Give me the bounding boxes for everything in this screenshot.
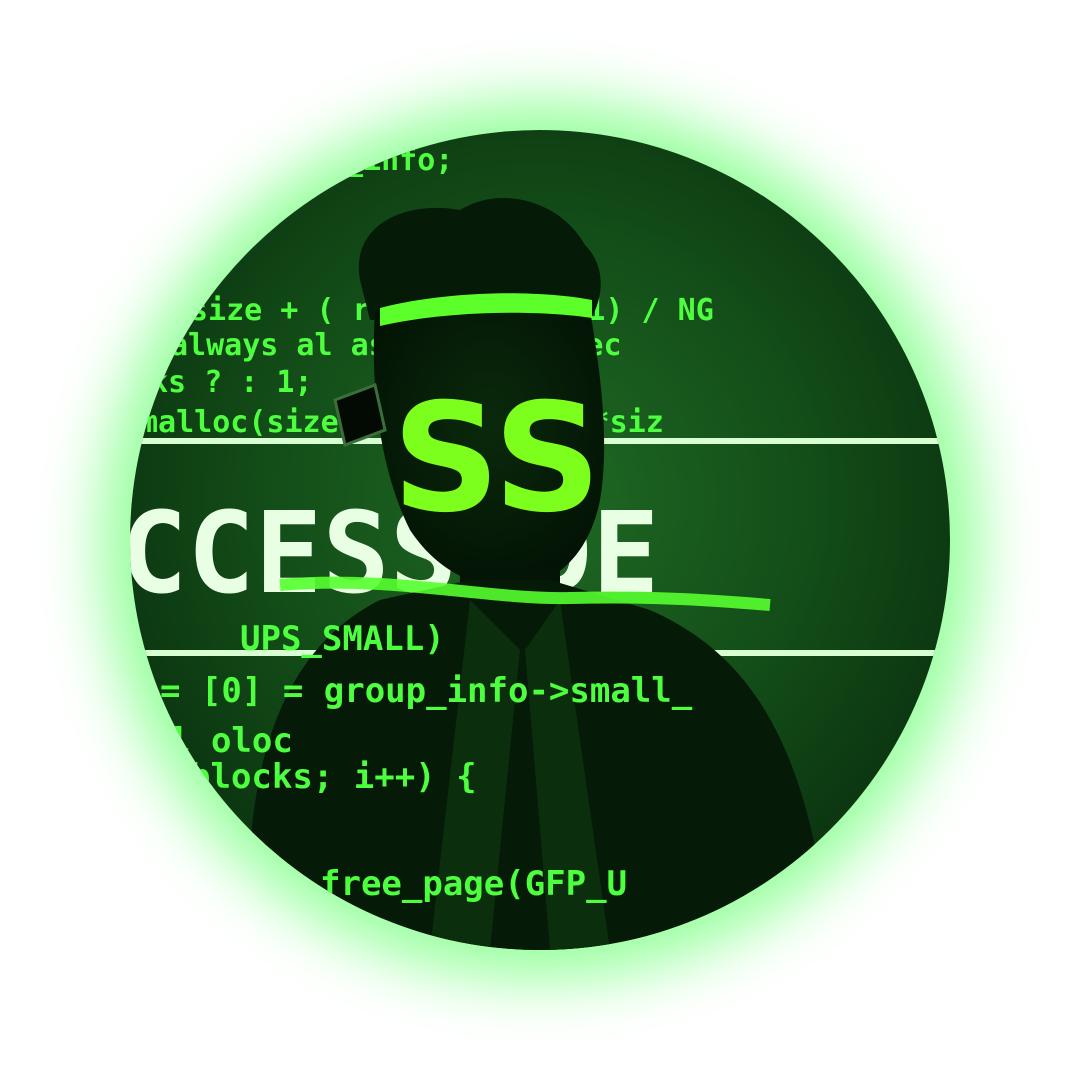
hacker-scene: _info;size + ( roup BLOCK - 1) / NGalway…	[130, 143, 950, 950]
upper-code-line: ks ? : 1;	[150, 365, 313, 400]
face-mark: SS	[392, 372, 601, 546]
lower-code-line: blocks; i++) {	[190, 757, 477, 797]
avatar: _info;size + ( roup BLOCK - 1) / NGalway…	[130, 130, 950, 950]
upper-code-line: _info;	[345, 143, 453, 178]
lower-code-line: free_page(GFP_U	[320, 864, 627, 904]
profile-image-stage: _info;size + ( roup BLOCK - 1) / NGalway…	[0, 0, 1080, 1080]
lower-code-line: = [0] = group_info->small_	[160, 671, 693, 711]
lower-code-line: UPS_SMALL)	[240, 619, 445, 659]
lower-code-line: l oloc	[170, 721, 293, 761]
